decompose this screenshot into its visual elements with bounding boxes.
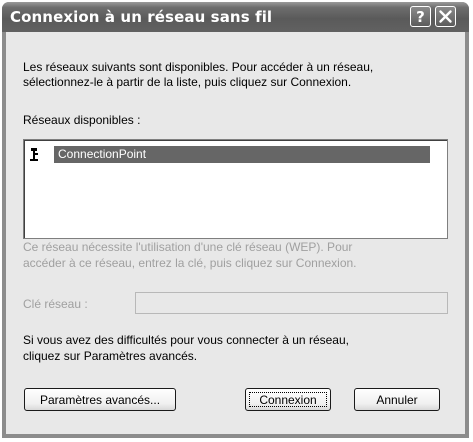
svg-text:?: ?	[416, 8, 425, 26]
help-text-line-1: Si vous avez des difficultés pour vous c…	[23, 333, 349, 347]
network-list-item[interactable]: ConnectionPoint	[28, 146, 430, 163]
wep-notice-line-2: accéder à ce réseau, entrez la clé, puis…	[23, 256, 357, 270]
wep-notice-line-1: Ce réseau nécessite l'utilisation d'une …	[23, 240, 353, 254]
network-key-label: Clé réseau :	[23, 297, 88, 311]
help-question-icon: ?	[416, 8, 425, 26]
intro-text-line-2: sélectionnez-le à partir de la liste, pu…	[23, 75, 352, 89]
dialog-title: Connexion à un réseau sans fil	[10, 8, 273, 26]
help-text-line-2: cliquez sur Paramètres avancés.	[23, 349, 198, 363]
network-key-field[interactable]	[135, 292, 448, 314]
title-bar[interactable]: Connexion à un réseau sans fil ?	[2, 2, 469, 32]
intro-text-line-1: Les réseaux suivants sont disponibles. P…	[23, 60, 374, 74]
network-list[interactable]: ConnectionPoint	[23, 139, 448, 239]
connect-label: Connexion	[259, 392, 317, 407]
close-x-icon	[439, 10, 452, 23]
connect-button[interactable]: Connexion	[245, 388, 331, 411]
wireless-antenna-icon	[30, 148, 38, 161]
cancel-button[interactable]: Annuler	[354, 388, 440, 411]
network-item-selection[interactable]: ConnectionPoint	[54, 146, 430, 163]
dialog-body: Les réseaux suivants sont disponibles. P…	[6, 32, 465, 434]
help-button[interactable]: ?	[410, 6, 431, 27]
network-item-label: ConnectionPoint	[58, 147, 147, 161]
close-button[interactable]	[435, 6, 456, 27]
advanced-settings-label: Paramètres avancés...	[39, 392, 161, 407]
wireless-connect-dialog: Connexion à un réseau sans fil ? Les rés…	[2, 2, 469, 438]
cancel-label: Annuler	[376, 392, 418, 407]
networks-label: Réseaux disponibles :	[23, 113, 141, 127]
advanced-settings-button[interactable]: Paramètres avancés...	[24, 388, 176, 411]
